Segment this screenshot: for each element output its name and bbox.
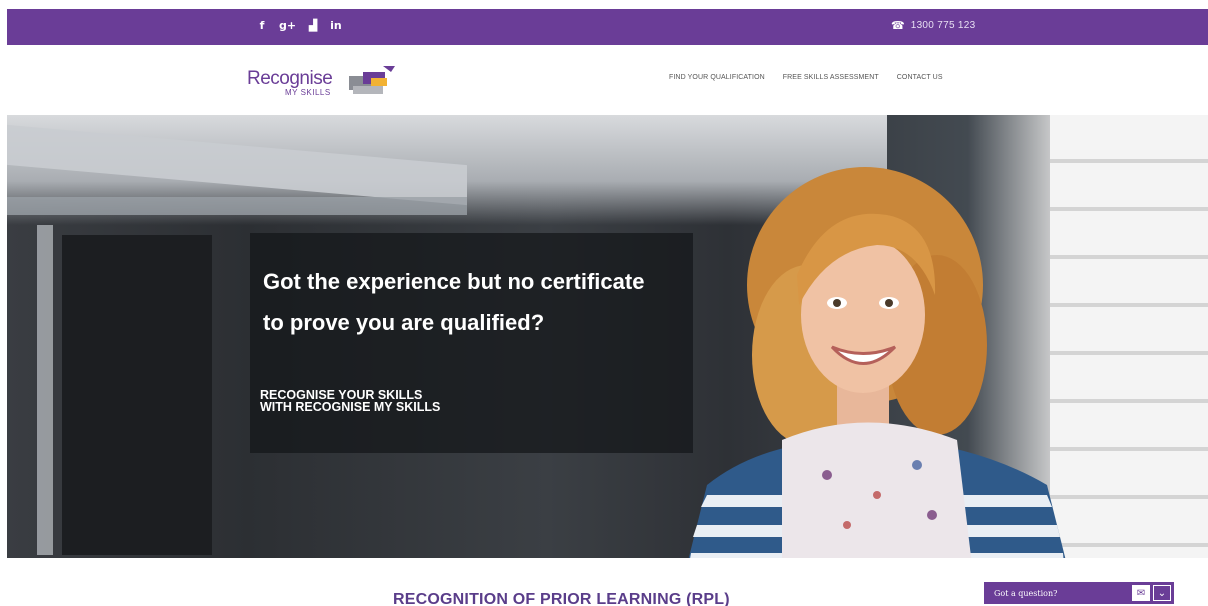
- logo-mark-icon: [349, 66, 395, 94]
- hero-banner: Got the experience but no certificate to…: [7, 115, 1208, 558]
- dark-doorway: [62, 235, 212, 555]
- chat-label[interactable]: Got a question?: [994, 589, 1132, 598]
- chat-widget[interactable]: Got a question? ✉ ⌄: [984, 582, 1174, 604]
- youtube-icon[interactable]: ▟: [308, 19, 318, 33]
- main-nav: FIND YOUR QUALIFICATION FREE SKILLS ASSE…: [669, 74, 943, 81]
- phone-number[interactable]: 1300 775 123: [911, 20, 976, 31]
- phone-icon: ☎: [891, 19, 905, 32]
- pillar: [37, 225, 53, 555]
- phone-contact[interactable]: ☎ 1300 775 123: [891, 19, 975, 32]
- linkedin-icon[interactable]: in: [330, 19, 342, 33]
- google-plus-icon[interactable]: g+: [279, 19, 296, 33]
- hero-subheading-line-2: WITH RECOGNISE MY SKILLS: [260, 400, 441, 414]
- logo-wordmark: Recognise: [247, 68, 333, 89]
- site-header: Recognise MY SKILLS FIND YOUR QUALIFICAT…: [7, 45, 1208, 115]
- nav-free-skills-assessment[interactable]: FREE SKILLS ASSESSMENT: [783, 74, 879, 81]
- nav-find-qualification[interactable]: FIND YOUR QUALIFICATION: [669, 74, 765, 81]
- hero-headline: Got the experience but no certificate to…: [263, 261, 703, 343]
- top-bar: f g+ ▟ in ☎ 1300 775 123: [7, 9, 1208, 45]
- chevron-down-icon[interactable]: ⌄: [1153, 585, 1171, 601]
- logo-subtext: MY SKILLS: [285, 88, 331, 97]
- nav-contact-us[interactable]: CONTACT US: [897, 74, 943, 81]
- hero-headline-line-1: Got the experience but no certificate: [263, 269, 645, 294]
- brick-wall: [1050, 115, 1208, 558]
- mail-icon[interactable]: ✉: [1132, 585, 1150, 601]
- section-title: RECOGNITION OF PRIOR LEARNING (RPL): [393, 591, 730, 606]
- hero-headline-line-2: to prove you are qualified?: [263, 310, 545, 335]
- site-logo[interactable]: Recognise MY SKILLS: [247, 60, 397, 100]
- hero-person-image: [688, 167, 1066, 558]
- facebook-icon[interactable]: f: [257, 19, 267, 33]
- hero-subheading: RECOGNISE YOUR SKILLS WITH RECOGNISE MY …: [260, 389, 520, 414]
- social-links: f g+ ▟ in: [257, 19, 342, 33]
- ceiling-beam: [7, 197, 467, 215]
